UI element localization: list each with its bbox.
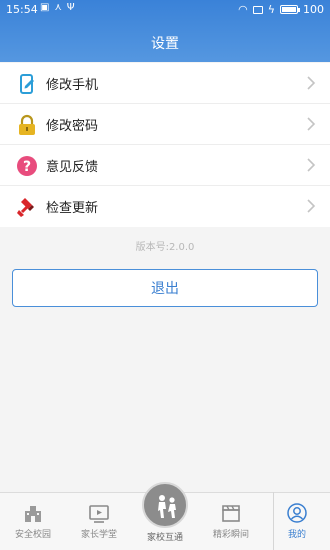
menu-item-check-update[interactable]: 检查更新 bbox=[0, 186, 330, 227]
menu-item-label: 修改手机 bbox=[46, 77, 99, 93]
settings-menu: 修改手机 修改密码 ? 意见反馈 检查更新 bbox=[0, 63, 330, 227]
clapperboard-icon bbox=[222, 505, 240, 522]
tab-safe-campus[interactable]: 安全校园 bbox=[0, 493, 66, 550]
status-right: ◠ ϟ 100 bbox=[238, 3, 324, 16]
chevron-right-icon bbox=[307, 117, 316, 131]
lock-icon bbox=[19, 114, 35, 135]
tab-label: 精彩瞬间 bbox=[212, 530, 249, 540]
logout-button[interactable]: 退出 bbox=[12, 269, 318, 307]
wifi-icon: ◠ bbox=[238, 3, 248, 16]
home-school-center-button[interactable] bbox=[142, 482, 188, 528]
chevron-right-icon bbox=[307, 158, 316, 172]
sim-icon bbox=[252, 5, 263, 14]
charging-icon: ϟ bbox=[267, 3, 275, 16]
tab-parent-school[interactable]: 家长学堂 bbox=[66, 493, 132, 550]
share-notification-icon: ⋏ bbox=[54, 2, 62, 13]
tab-highlights[interactable]: 精彩瞬间 bbox=[198, 493, 264, 550]
status-bar: 15:54 ▣ ⋏ Ψ ◠ ϟ 100 bbox=[0, 0, 330, 20]
school-building-icon bbox=[25, 506, 41, 522]
version-text: 版本号:2.0.0 bbox=[135, 242, 195, 253]
menu-item-label: 检查更新 bbox=[46, 201, 99, 216]
profile-icon bbox=[287, 503, 307, 523]
svg-text:?: ? bbox=[23, 159, 31, 175]
parent-child-icon bbox=[158, 495, 176, 518]
usb-icon: Ψ bbox=[66, 2, 75, 13]
tab-label: 家校互通 bbox=[146, 533, 183, 543]
status-time: 15:54 bbox=[6, 3, 38, 16]
phone-edit-icon bbox=[20, 74, 34, 94]
menu-item-feedback[interactable]: ? 意见反馈 bbox=[0, 145, 330, 186]
menu-item-label: 意见反馈 bbox=[46, 159, 99, 175]
chevron-right-icon bbox=[307, 76, 316, 90]
menu-item-label: 修改密码 bbox=[46, 118, 99, 134]
tab-label: 家长学堂 bbox=[80, 530, 117, 540]
image-notification-icon: ▣ bbox=[40, 2, 50, 13]
video-class-icon bbox=[89, 505, 109, 523]
app-header: 15:54 ▣ ⋏ Ψ ◠ ϟ 100 设置 bbox=[0, 0, 330, 62]
question-icon: ? bbox=[17, 156, 37, 176]
status-notification-icons: ▣ ⋏ Ψ bbox=[40, 2, 75, 13]
menu-item-change-password[interactable]: 修改密码 bbox=[0, 104, 330, 145]
menu-item-change-phone[interactable]: 修改手机 bbox=[0, 63, 330, 104]
battery-icon bbox=[280, 5, 300, 14]
tab-divider bbox=[273, 492, 274, 550]
page-title: 设置 bbox=[151, 36, 179, 52]
brush-icon bbox=[17, 198, 34, 217]
tab-label: 安全校园 bbox=[14, 530, 51, 540]
battery-level: 100 bbox=[303, 3, 324, 16]
chevron-right-icon bbox=[307, 199, 316, 213]
